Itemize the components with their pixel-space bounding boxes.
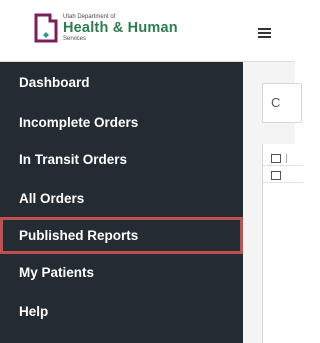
sidebar-item-my-patients[interactable]: My Patients [0, 254, 243, 291]
sidebar-item-incomplete-orders[interactable]: Incomplete Orders [0, 104, 243, 141]
sidebar-item-published-reports[interactable]: Published Reports [0, 217, 243, 254]
table-row [263, 169, 303, 183]
select-all-checkbox[interactable] [271, 154, 281, 163]
brand-logo-text[interactable]: Utah Department of Health & Human Servic… [63, 14, 178, 43]
sidebar-item-dashboard[interactable]: Dashboard [0, 64, 243, 101]
table-header-row [263, 152, 303, 166]
top-header: Utah Department of Health & Human Servic… [0, 0, 295, 62]
column-divider [286, 154, 287, 163]
brand-sub-line: Services [63, 36, 87, 42]
brand-name: Health & Human [63, 20, 178, 36]
row-checkbox[interactable] [271, 171, 281, 180]
hamburger-menu-icon[interactable] [258, 28, 271, 38]
uhhs-logo-icon[interactable] [34, 13, 58, 43]
search-input-text: C [271, 95, 281, 110]
sidebar-nav: Dashboard Incomplete Orders In Transit O… [0, 62, 243, 343]
search-input[interactable] [262, 83, 302, 123]
main-content: C [243, 62, 303, 343]
orders-table [262, 144, 303, 343]
sidebar-item-all-orders[interactable]: All Orders [0, 180, 243, 217]
sidebar-item-help[interactable]: Help [0, 293, 243, 330]
sidebar-item-in-transit-orders[interactable]: In Transit Orders [0, 141, 243, 178]
